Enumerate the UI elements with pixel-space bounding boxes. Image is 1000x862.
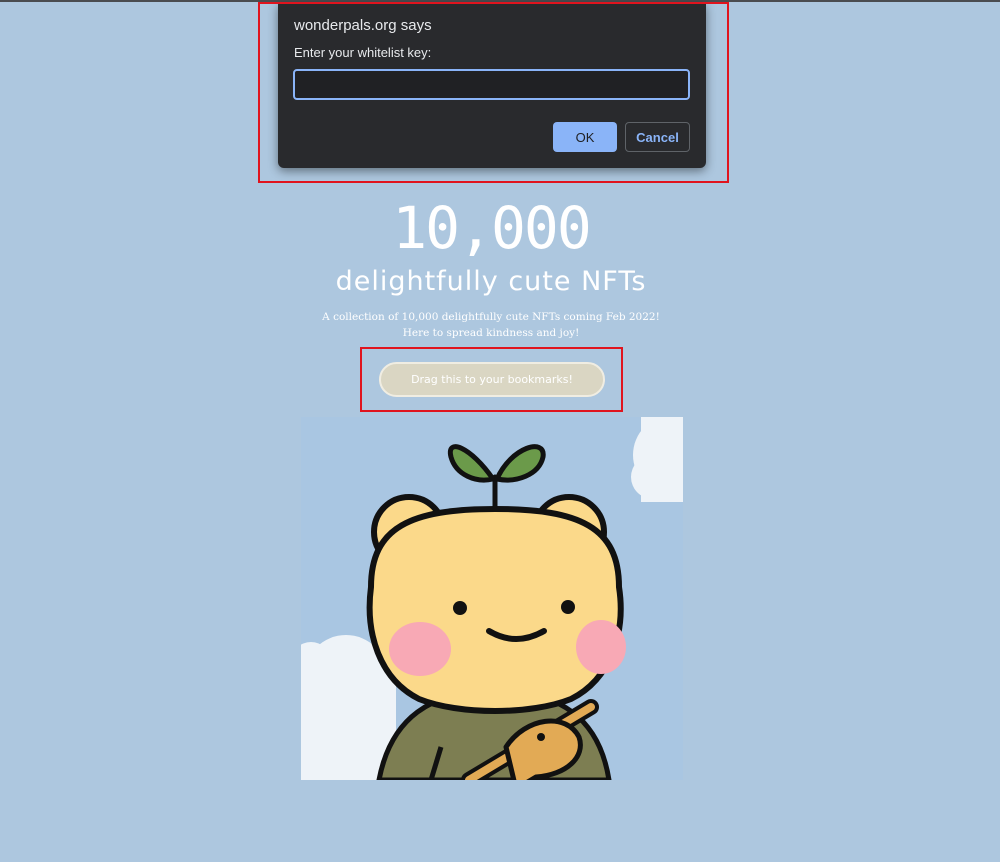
hero-number: 10,000	[392, 194, 592, 262]
dialog-message: Enter your whitelist key:	[294, 45, 432, 60]
hero-description: A collection of 10,000 delightfully cute…	[280, 309, 702, 341]
drag-to-bookmarks-button[interactable]: Drag this to your bookmarks!	[379, 362, 605, 397]
character-artwork	[301, 417, 683, 780]
hero-description-line-1: A collection of 10,000 delightfully cute…	[322, 311, 660, 323]
dialog-title: wonderpals.org says	[294, 17, 432, 34]
prompt-dialog: wonderpals.org says Enter your whitelist…	[278, 3, 706, 168]
cancel-button[interactable]: Cancel	[625, 122, 690, 152]
browser-top-edge	[0, 0, 1000, 2]
whitelist-key-input[interactable]	[293, 69, 690, 100]
hero-description-line-2: Here to spread kindness and joy!	[402, 327, 580, 339]
bear-with-sprout-illustration	[301, 417, 683, 780]
ok-button[interactable]: OK	[553, 122, 617, 152]
hero-subtitle: delightfully cute NFTs	[335, 266, 647, 297]
